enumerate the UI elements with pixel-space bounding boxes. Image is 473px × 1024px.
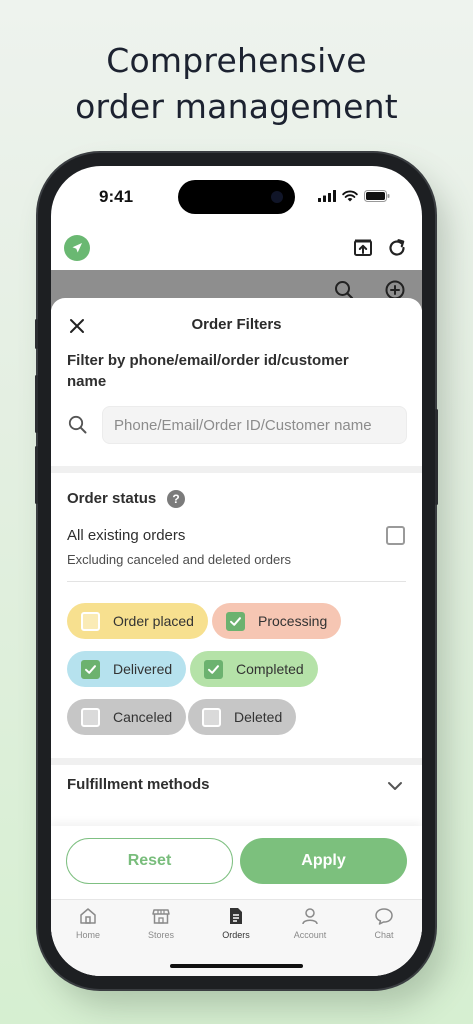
chevron-down-icon[interactable] (385, 776, 405, 796)
status-chip-label: Canceled (113, 709, 173, 725)
store-icon (152, 909, 170, 924)
all-orders-checkbox[interactable] (386, 526, 405, 545)
section-divider (51, 758, 422, 765)
orders-icon (230, 908, 242, 924)
status-chip-deleted[interactable]: Deleted (188, 699, 297, 735)
checkbox-checked-icon (204, 659, 223, 679)
status-chip-label: Deleted (234, 709, 283, 725)
status-bar: 9:41 (51, 166, 422, 228)
phone-power-button (435, 409, 438, 505)
phone-volume-up (35, 375, 38, 433)
wifi-icon (342, 190, 358, 202)
tab-label: Stores (147, 930, 174, 940)
chat-icon (375, 908, 393, 925)
tab-chat[interactable]: Chat (354, 906, 414, 940)
status-chip-delivered[interactable]: Delivered (67, 651, 187, 687)
app-header (51, 228, 422, 270)
navigation-arrow-icon (72, 243, 82, 253)
phone-action-button (35, 319, 38, 349)
sheet-title: Order Filters (191, 316, 282, 333)
cellular-signal-icon (318, 190, 336, 202)
home-indicator (170, 964, 303, 968)
refresh-icon[interactable] (385, 236, 409, 260)
all-orders-subtitle: Excluding canceled and deleted orders (67, 552, 292, 567)
fulfillment-methods-label[interactable]: Fulfillment methods (67, 774, 210, 795)
status-chip-label: Processing (258, 613, 328, 629)
order-status-label: Order status (67, 490, 157, 507)
sheet-actions: Reset Apply (51, 826, 422, 902)
status-chip-label: Delivered (113, 661, 173, 677)
headline-line-1: Comprehensive (106, 41, 367, 80)
dynamic-island (178, 180, 295, 214)
tab-label: Chat (374, 930, 394, 940)
section-divider (51, 466, 422, 473)
marketing-headline: Comprehensive order management (0, 38, 473, 130)
battery-icon (364, 190, 390, 202)
tab-account[interactable]: Account (280, 906, 340, 940)
status-chip-processing[interactable]: Processing (212, 603, 342, 639)
divider (67, 581, 406, 582)
tab-label: Home (75, 930, 100, 940)
tab-label: Account (293, 930, 327, 940)
tab-label: Orders (222, 930, 250, 940)
search-row (67, 406, 407, 446)
home-icon (80, 908, 96, 924)
tab-orders[interactable]: Orders (206, 906, 266, 940)
checkbox-icon (202, 707, 221, 727)
filter-label: Filter by phone/email/order id/customer … (67, 352, 349, 390)
export-icon[interactable] (351, 236, 375, 260)
search-input[interactable] (102, 406, 407, 444)
checkbox-icon (81, 611, 100, 631)
status-chip-order-placed[interactable]: Order placed (67, 603, 208, 639)
checkbox-checked-icon (226, 611, 245, 631)
status-chip-canceled[interactable]: Canceled (67, 699, 187, 735)
headline-line-2: order management (75, 87, 398, 126)
phone-screen: 9:41 Order Filters Filter by phone/email… (51, 166, 422, 976)
checkbox-icon (81, 707, 100, 727)
app-logo (64, 235, 90, 261)
front-camera-icon (271, 191, 283, 203)
all-orders-title: All existing orders (67, 527, 186, 544)
tab-stores[interactable]: Stores (131, 906, 191, 940)
tab-home[interactable]: Home (58, 906, 118, 940)
status-chip-label: Order placed (113, 613, 194, 629)
apply-button[interactable]: Apply (240, 838, 407, 884)
status-chip-completed[interactable]: Completed (190, 651, 318, 687)
account-icon (302, 908, 318, 925)
status-time: 9:41 (99, 187, 134, 206)
checkbox-checked-icon (81, 659, 100, 679)
search-icon (68, 415, 87, 434)
status-chip-label: Completed (236, 661, 304, 677)
status-icons (318, 190, 390, 202)
phone-frame: 9:41 Order Filters Filter by phone/email… (35, 153, 438, 989)
reset-button[interactable]: Reset (66, 838, 233, 884)
phone-volume-down (35, 446, 38, 504)
help-icon[interactable]: ? (167, 490, 185, 508)
